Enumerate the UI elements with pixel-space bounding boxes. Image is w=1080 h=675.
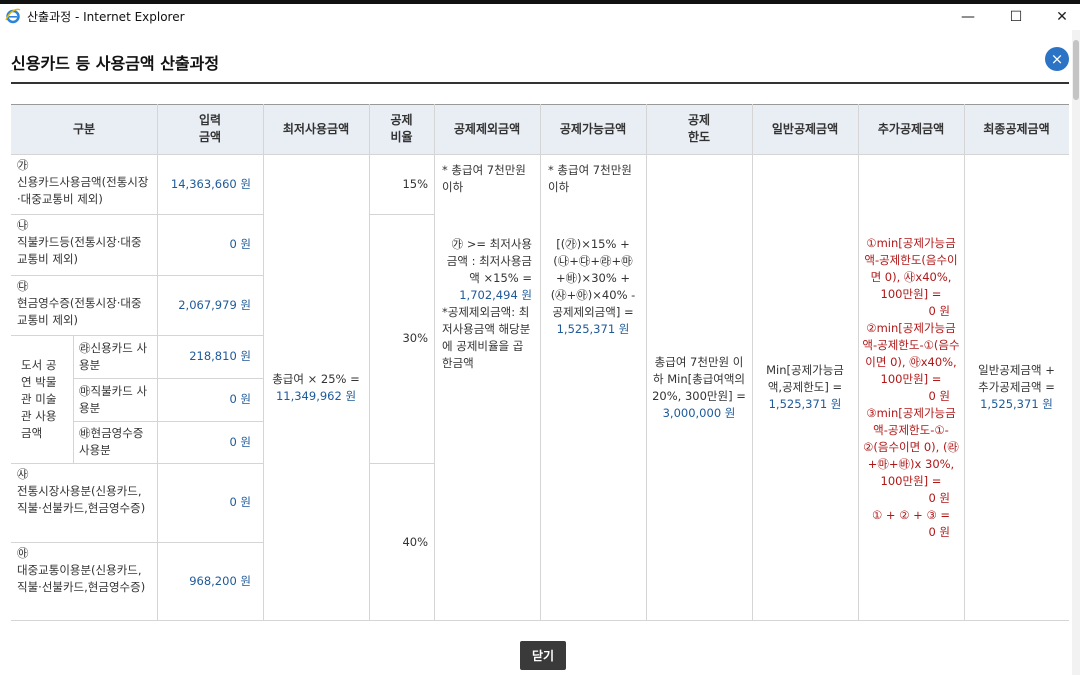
header-general: 일반공제금액 <box>752 104 858 154</box>
grid-line <box>157 104 158 621</box>
grid-line <box>73 421 263 422</box>
available-cell: * 총급여 7천만원 이하 [(㉮)×15% + (㉯+㉰+㉱+㉲+㉳)×30%… <box>548 163 636 336</box>
row-transit-label: ㉵ 대중교통이용분(신용카드,직불·선불카드,현금영수증) <box>17 546 146 594</box>
header-exclusion: 공제제외금액 <box>434 104 540 154</box>
row-debit-card-label: ㉯ 직불카드등(전통시장·대중교통비 제외) <box>17 218 142 266</box>
grid-line <box>11 542 263 543</box>
window-titlebar: 산출과정 - Internet Explorer — ☐ ✕ <box>0 4 1080 30</box>
header-input-amount: 입력 금액 <box>157 104 263 154</box>
scrollbar-thumb[interactable] <box>1073 40 1079 100</box>
extra-cell: ①min[공제가능금액-공제한도(음수이면 0), ㉴x40%, 100만원] … <box>862 235 960 539</box>
row-culture-credit-amount: 218,810 원 <box>189 349 251 363</box>
row-market-amount: 0 원 <box>229 495 251 509</box>
page-header: 신용카드 등 사용금액 산출과정 <box>0 30 1072 84</box>
grid-line <box>369 463 434 464</box>
header-gubun: 구분 <box>11 104 157 154</box>
grid-line <box>434 104 435 621</box>
row-culture-label: 도서 공연 박물관 미술관 사용 금액 <box>21 357 57 440</box>
scrollbar[interactable] <box>1072 30 1080 675</box>
window-close-button[interactable]: ✕ <box>1044 4 1080 30</box>
rate-40: 40% <box>402 534 428 549</box>
row-culture-cash-label: ㉳현금영수증사용분 <box>79 426 144 457</box>
grid-line <box>369 104 370 621</box>
grid-line <box>858 104 859 621</box>
row-culture-cash-amount: 0 원 <box>229 434 251 449</box>
header-limit: 공제 한도 <box>646 104 752 154</box>
page-title: 신용카드 등 사용금액 산출과정 <box>11 54 220 73</box>
row-transit-amount: 968,200 원 <box>189 574 251 588</box>
row-culture-debit-amount: 0 원 <box>229 392 251 406</box>
row-culture-credit-label: ㉱신용카드 사용분 <box>79 340 148 372</box>
grid-line <box>752 104 753 621</box>
grid-line <box>11 463 263 464</box>
row-credit-card-label: ㉮ 신용카드사용금액(전통시장·대중교통비 제외) <box>17 158 149 206</box>
row-credit-card-amount: 14,363,660 원 <box>170 176 251 191</box>
rate-15: 15% <box>402 176 428 191</box>
limit-cell: 총급여 7천만원 이하 Min[총급여액의 20%, 300만원] = 3,000… <box>652 354 746 420</box>
rate-30: 30% <box>402 331 428 345</box>
header-rate: 공제 비율 <box>369 104 434 154</box>
grid-line <box>964 104 965 621</box>
grid-line <box>11 275 263 276</box>
general-cell: Min[공제가능금액,공제한도] = 1,525,371 원 <box>766 363 844 411</box>
header-min-use: 최저사용금액 <box>263 104 369 154</box>
grid-line <box>540 104 541 621</box>
minimize-button[interactable]: — <box>950 4 986 30</box>
header-final: 최종공제금액 <box>964 104 1069 154</box>
close-icon[interactable]: × <box>1045 47 1069 71</box>
grid-line <box>646 104 647 621</box>
min-use-cell: 총급여 × 25% = 11,349,962 원 <box>272 371 360 403</box>
row-cash-receipt-label: ㉰ 현금영수증(전통시장·대중교통비 제외) <box>17 279 142 327</box>
calculation-table: 구분 입력 금액 최저사용금액 공제 비율 공제제외금액 공제가능금액 공제 한도 일… <box>11 104 1069 621</box>
row-cash-receipt-amount: 2,067,979 원 <box>178 297 251 312</box>
maximize-button[interactable]: ☐ <box>998 4 1034 30</box>
row-debit-card-amount: 0 원 <box>229 237 251 251</box>
grid-line <box>11 214 263 215</box>
header-extra: 추가공제금액 <box>858 104 964 154</box>
grid-line <box>73 378 263 379</box>
grid-line <box>11 335 263 336</box>
close-button[interactable]: 닫기 <box>520 641 566 670</box>
internet-explorer-icon <box>5 8 21 24</box>
final-cell: 일반공제금액 + 추가공제금액 = 1,525,371 원 <box>978 363 1055 411</box>
window-title: 산출과정 - Internet Explorer <box>27 10 185 24</box>
header-divider <box>11 82 1069 84</box>
exclusion-cell: * 총급여 7천만원 이하 ㉮ >= 최저사용금액 : 최저사용금액 ×15% … <box>442 163 532 370</box>
row-market-label: ㉴ 전통시장사용분(신용카드,직불·선불카드,현금영수증) <box>17 467 146 515</box>
row-culture-debit-label: ㉲직불카드 사용분 <box>79 383 148 415</box>
grid-line <box>73 335 74 463</box>
header-available: 공제가능금액 <box>540 104 646 154</box>
grid-line <box>263 104 264 621</box>
grid-line <box>369 214 434 215</box>
